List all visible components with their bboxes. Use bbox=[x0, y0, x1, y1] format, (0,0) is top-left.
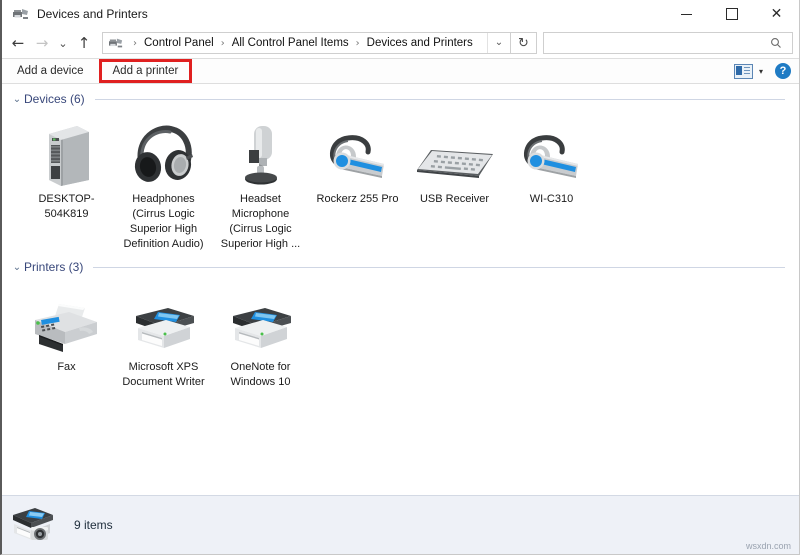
items-view: ⌄ Devices (6) bbox=[2, 84, 799, 495]
printer-tile-fax[interactable]: Fax bbox=[18, 280, 115, 390]
refresh-button[interactable]: ↻ bbox=[511, 32, 537, 54]
chevron-down-icon[interactable]: ▾ bbox=[759, 67, 763, 76]
breadcrumb-separator: › bbox=[216, 38, 230, 49]
headset-microphone-icon bbox=[235, 118, 287, 186]
printer-tile-xps[interactable]: Microsoft XPS Document Writer bbox=[115, 280, 212, 390]
status-bar: 9 items wsxdn.com bbox=[2, 495, 799, 554]
device-label: WI-C310 bbox=[505, 192, 598, 207]
device-label: Headset Microphone (Cirrus Logic Superio… bbox=[214, 192, 307, 252]
search-input[interactable] bbox=[544, 36, 770, 50]
help-icon[interactable]: ? bbox=[775, 63, 791, 79]
search-box[interactable] bbox=[543, 32, 793, 54]
device-tile-wi-c310[interactable]: WI-C310 bbox=[503, 112, 600, 252]
search-icon[interactable] bbox=[770, 37, 792, 49]
printers-grid: Fax bbox=[2, 276, 799, 390]
group-header-devices[interactable]: ⌄ Devices (6) bbox=[2, 84, 799, 108]
minimize-button[interactable] bbox=[664, 0, 709, 28]
recent-locations-button[interactable]: ⌄ bbox=[54, 31, 72, 55]
printer-icon bbox=[225, 286, 297, 354]
device-tile-usb-receiver[interactable]: USB Receiver bbox=[406, 112, 503, 252]
add-a-printer-button[interactable]: Add a printer bbox=[101, 61, 191, 81]
add-a-device-button[interactable]: Add a device bbox=[8, 61, 93, 81]
device-tile-desktop[interactable]: DESKTOP-504K819 bbox=[18, 112, 115, 252]
close-icon: ✕ bbox=[771, 7, 783, 21]
printer-label: Microsoft XPS Document Writer bbox=[117, 360, 210, 390]
devices-printers-icon bbox=[12, 6, 30, 22]
printer-camera-icon bbox=[2, 503, 64, 547]
device-tile-headphones[interactable]: Headphones (Cirrus Logic Superior High D… bbox=[115, 112, 212, 252]
breadcrumb-item-all-control-panel-items[interactable]: All Control Panel Items bbox=[230, 37, 351, 49]
window-controls: ✕ bbox=[664, 0, 799, 28]
device-tile-headset-microphone[interactable]: Headset Microphone (Cirrus Logic Superio… bbox=[212, 112, 309, 252]
printer-tile-onenote[interactable]: OneNote for Windows 10 bbox=[212, 280, 309, 390]
breadcrumb-dropdown-icon[interactable]: ⌄ bbox=[487, 33, 510, 53]
headphones-icon bbox=[131, 118, 197, 186]
watermark: wsxdn.com bbox=[746, 541, 791, 551]
device-label: Headphones (Cirrus Logic Superior High D… bbox=[117, 192, 210, 252]
group-header-printers[interactable]: ⌄ Printers (3) bbox=[2, 252, 799, 276]
fax-machine-icon bbox=[29, 286, 105, 354]
group-divider bbox=[93, 267, 785, 268]
up-button[interactable]: ↑ bbox=[72, 31, 96, 55]
title-bar: Devices and Printers ✕ bbox=[2, 0, 799, 28]
breadcrumb-separator: › bbox=[351, 38, 365, 49]
devices-grid: DESKTOP-504K819 Headphones (Cirru bbox=[2, 108, 799, 252]
keyboard-icon bbox=[415, 118, 495, 186]
device-label: DESKTOP-504K819 bbox=[20, 192, 113, 222]
view-layout-icon[interactable] bbox=[734, 64, 753, 79]
bluetooth-headset-icon bbox=[322, 118, 394, 186]
group-divider bbox=[95, 99, 785, 100]
printer-label: Fax bbox=[20, 360, 113, 375]
breadcrumb[interactable]: › Control Panel › All Control Panel Item… bbox=[102, 32, 511, 54]
breadcrumb-devices-printers-icon bbox=[108, 36, 124, 50]
status-item-count: 9 items bbox=[74, 518, 113, 532]
breadcrumb-item-devices-and-printers[interactable]: Devices and Printers bbox=[365, 37, 475, 49]
breadcrumb-item-control-panel[interactable]: Control Panel bbox=[142, 37, 216, 49]
back-button[interactable]: ← bbox=[6, 31, 30, 55]
window-title: Devices and Printers bbox=[37, 7, 148, 21]
chevron-down-icon[interactable]: ⌄ bbox=[10, 94, 24, 105]
chevron-down-icon[interactable]: ⌄ bbox=[10, 262, 24, 273]
devices-and-printers-window: Devices and Printers ✕ ← → ⌄ ↑ bbox=[0, 0, 800, 555]
device-label: USB Receiver bbox=[408, 192, 501, 207]
printer-icon bbox=[128, 286, 200, 354]
toolbar-right-group: ▾ ? bbox=[734, 63, 799, 79]
breadcrumb-separator: › bbox=[128, 38, 142, 49]
bluetooth-headset-icon bbox=[516, 118, 588, 186]
printer-label: OneNote for Windows 10 bbox=[214, 360, 307, 390]
address-bar: ← → ⌄ ↑ › Control Panel › All Control Pa… bbox=[2, 28, 799, 58]
device-label: Rockerz 255 Pro bbox=[311, 192, 404, 207]
desktop-tower-icon bbox=[39, 118, 95, 186]
close-button[interactable]: ✕ bbox=[754, 0, 799, 28]
group-title-printers: Printers (3) bbox=[24, 260, 83, 274]
command-toolbar: Add a device Add a printer ▾ ? bbox=[2, 58, 799, 84]
group-title-devices: Devices (6) bbox=[24, 92, 85, 106]
device-tile-rockerz[interactable]: Rockerz 255 Pro bbox=[309, 112, 406, 252]
maximize-button[interactable] bbox=[709, 0, 754, 28]
forward-button[interactable]: → bbox=[30, 31, 54, 55]
